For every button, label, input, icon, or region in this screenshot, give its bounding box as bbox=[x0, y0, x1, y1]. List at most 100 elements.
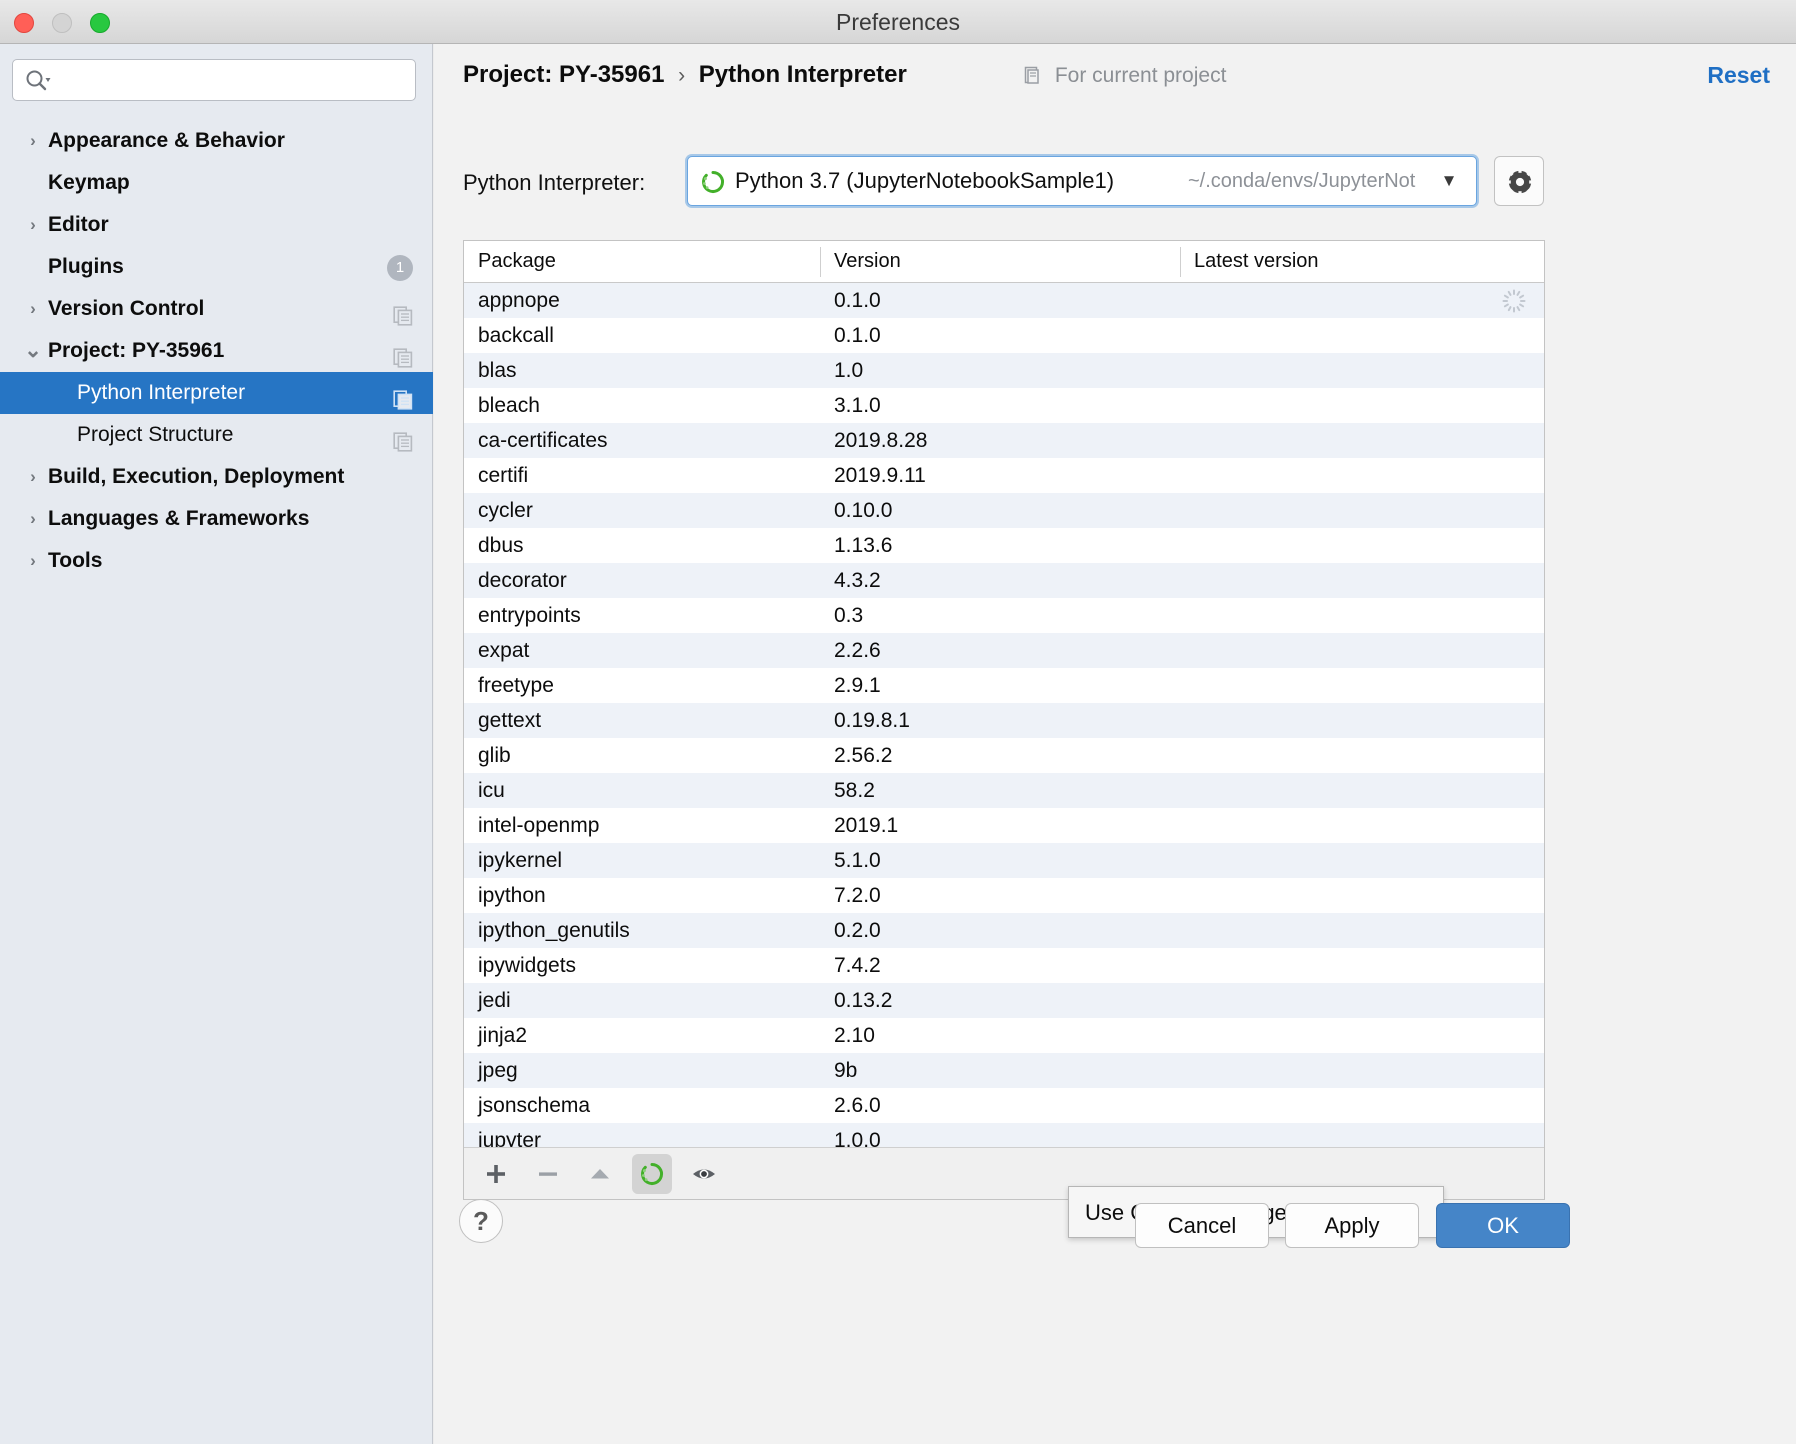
remove-package-button[interactable] bbox=[528, 1154, 568, 1194]
sidebar-item-appearance-behavior[interactable]: ›Appearance & Behavior bbox=[0, 120, 433, 162]
package-name: intel-openmp bbox=[478, 808, 599, 843]
copy-settings-icon[interactable] bbox=[393, 299, 413, 319]
package-version: 0.19.8.1 bbox=[834, 703, 910, 738]
package-name: jinja2 bbox=[478, 1018, 527, 1053]
chevron-down-icon[interactable]: ⌄ bbox=[22, 330, 44, 372]
chevron-right-icon[interactable]: › bbox=[22, 120, 44, 162]
table-row[interactable]: ca-certificates2019.8.28 bbox=[464, 423, 1544, 458]
package-name: ipython_genutils bbox=[478, 913, 630, 948]
package-version: 1.0 bbox=[834, 353, 863, 388]
sidebar-item-label: Project Structure bbox=[77, 414, 233, 456]
apply-button[interactable]: Apply bbox=[1285, 1203, 1419, 1248]
table-row[interactable]: icu58.2 bbox=[464, 773, 1544, 808]
package-version: 4.3.2 bbox=[834, 563, 881, 598]
copy-settings-icon[interactable] bbox=[393, 425, 413, 445]
table-row[interactable]: freetype2.9.1 bbox=[464, 668, 1544, 703]
sidebar-item-project-structure[interactable]: Project Structure bbox=[0, 414, 433, 456]
package-version: 7.2.0 bbox=[834, 878, 881, 913]
sidebar-item-keymap[interactable]: Keymap bbox=[0, 162, 433, 204]
column-divider[interactable] bbox=[820, 247, 821, 277]
table-row[interactable]: expat2.2.6 bbox=[464, 633, 1544, 668]
add-package-button[interactable] bbox=[476, 1154, 516, 1194]
packages-table-body[interactable]: appnope0.1.0backcall0.1.0blas1.0bleach3.… bbox=[464, 283, 1544, 1148]
loading-spinner-icon bbox=[1502, 289, 1526, 313]
sidebar-item-plugins[interactable]: Plugins1 bbox=[0, 246, 433, 288]
package-version: 0.1.0 bbox=[834, 318, 881, 353]
chevron-right-icon[interactable]: › bbox=[22, 498, 44, 540]
table-row[interactable]: certifi2019.9.11 bbox=[464, 458, 1544, 493]
table-row[interactable]: ipython_genutils0.2.0 bbox=[464, 913, 1544, 948]
sidebar-item-python-interpreter[interactable]: Python Interpreter bbox=[0, 372, 433, 414]
table-row[interactable]: blas1.0 bbox=[464, 353, 1544, 388]
sidebar-item-build-execution-deployment[interactable]: ›Build, Execution, Deployment bbox=[0, 456, 433, 498]
table-row[interactable]: appnope0.1.0 bbox=[464, 283, 1544, 318]
table-row[interactable]: gettext0.19.8.1 bbox=[464, 703, 1544, 738]
table-row[interactable]: glib 2.56.2 bbox=[464, 738, 1544, 773]
table-row[interactable]: dbus 1.13.6 bbox=[464, 528, 1544, 563]
package-version: 3.1.0 bbox=[834, 388, 881, 423]
copy-settings-icon[interactable] bbox=[393, 383, 413, 403]
upgrade-package-button[interactable] bbox=[580, 1154, 620, 1194]
chevron-right-icon[interactable]: › bbox=[22, 540, 44, 582]
sidebar-item-languages-frameworks[interactable]: ›Languages & Frameworks bbox=[0, 498, 433, 540]
table-row[interactable]: entrypoints0.3 bbox=[464, 598, 1544, 633]
table-row[interactable]: bleach3.1.0 bbox=[464, 388, 1544, 423]
table-row[interactable]: ipykernel5.1.0 bbox=[464, 843, 1544, 878]
sidebar-item-label: Tools bbox=[48, 540, 102, 582]
table-row[interactable]: decorator4.3.2 bbox=[464, 563, 1544, 598]
python-interpreter-dropdown[interactable]: Python 3.7 (JupyterNotebookSample1) ~/.c… bbox=[687, 156, 1477, 206]
search-input[interactable] bbox=[59, 60, 409, 100]
chevron-right-icon[interactable]: › bbox=[22, 288, 44, 330]
chevron-right-icon[interactable]: › bbox=[22, 204, 44, 246]
table-row[interactable]: intel-openmp2019.1 bbox=[464, 808, 1544, 843]
sidebar-item-project-py-35961[interactable]: ⌄Project: PY-35961 bbox=[0, 330, 433, 372]
window-title-bar: Preferences bbox=[0, 0, 1796, 44]
package-version: 9b bbox=[834, 1053, 857, 1088]
column-header-latest-version[interactable]: Latest version bbox=[1194, 241, 1319, 282]
sidebar-item-version-control[interactable]: ›Version Control bbox=[0, 288, 433, 330]
column-header-package[interactable]: Package bbox=[478, 241, 556, 282]
table-row[interactable]: jinja22.10 bbox=[464, 1018, 1544, 1053]
package-name: ca-certificates bbox=[478, 423, 608, 458]
table-row[interactable]: jsonschema2.6.0 bbox=[464, 1088, 1544, 1123]
package-version: 58.2 bbox=[834, 773, 875, 808]
conda-package-manager-toggle[interactable] bbox=[632, 1154, 672, 1194]
help-button[interactable]: ? bbox=[459, 1199, 503, 1243]
triangle-up-icon bbox=[588, 1162, 612, 1186]
package-version: 7.4.2 bbox=[834, 948, 881, 983]
eye-icon bbox=[691, 1161, 717, 1187]
copy-settings-icon[interactable] bbox=[393, 341, 413, 361]
package-version: 1.0.0 bbox=[834, 1123, 881, 1148]
cancel-button[interactable]: Cancel bbox=[1135, 1203, 1269, 1248]
table-row[interactable]: ipython7.2.0 bbox=[464, 878, 1544, 913]
package-name: appnope bbox=[478, 283, 560, 318]
package-version: 0.10.0 bbox=[834, 493, 892, 528]
show-early-releases-button[interactable] bbox=[684, 1154, 724, 1194]
table-row[interactable]: cycler0.10.0 bbox=[464, 493, 1544, 528]
sidebar-item-label: Project: PY-35961 bbox=[48, 330, 224, 372]
column-divider[interactable] bbox=[1180, 247, 1181, 277]
package-name: glib bbox=[478, 738, 511, 773]
table-row[interactable]: jupyter1.0.0 bbox=[464, 1123, 1544, 1148]
table-row[interactable]: jpeg9b bbox=[464, 1053, 1544, 1088]
package-name: ipywidgets bbox=[478, 948, 576, 983]
sidebar-item-tools[interactable]: ›Tools bbox=[0, 540, 433, 582]
table-row[interactable]: jedi0.13.2 bbox=[464, 983, 1544, 1018]
column-header-version[interactable]: Version bbox=[834, 241, 901, 282]
search-box[interactable] bbox=[12, 59, 416, 101]
sidebar-item-editor[interactable]: ›Editor bbox=[0, 204, 433, 246]
package-version: 1.13.6 bbox=[834, 528, 892, 563]
breadcrumb-leaf: Python Interpreter bbox=[699, 61, 907, 88]
breadcrumb-root[interactable]: Project: PY-35961 bbox=[463, 61, 664, 88]
package-version: 5.1.0 bbox=[834, 843, 881, 878]
ok-button[interactable]: OK bbox=[1436, 1203, 1570, 1248]
table-row[interactable]: ipywidgets 7.4.2 bbox=[464, 948, 1544, 983]
package-name: dbus bbox=[478, 528, 524, 563]
table-row[interactable]: backcall0.1.0 bbox=[464, 318, 1544, 353]
interpreter-name: Python 3.7 (JupyterNotebookSample1) bbox=[735, 157, 1114, 205]
chevron-right-icon[interactable]: › bbox=[22, 456, 44, 498]
interpreter-settings-button[interactable] bbox=[1494, 156, 1544, 206]
reset-link[interactable]: Reset bbox=[1707, 56, 1770, 94]
chevron-down-icon[interactable]: ▼ bbox=[1432, 157, 1466, 205]
package-version: 2.56.2 bbox=[834, 738, 892, 773]
